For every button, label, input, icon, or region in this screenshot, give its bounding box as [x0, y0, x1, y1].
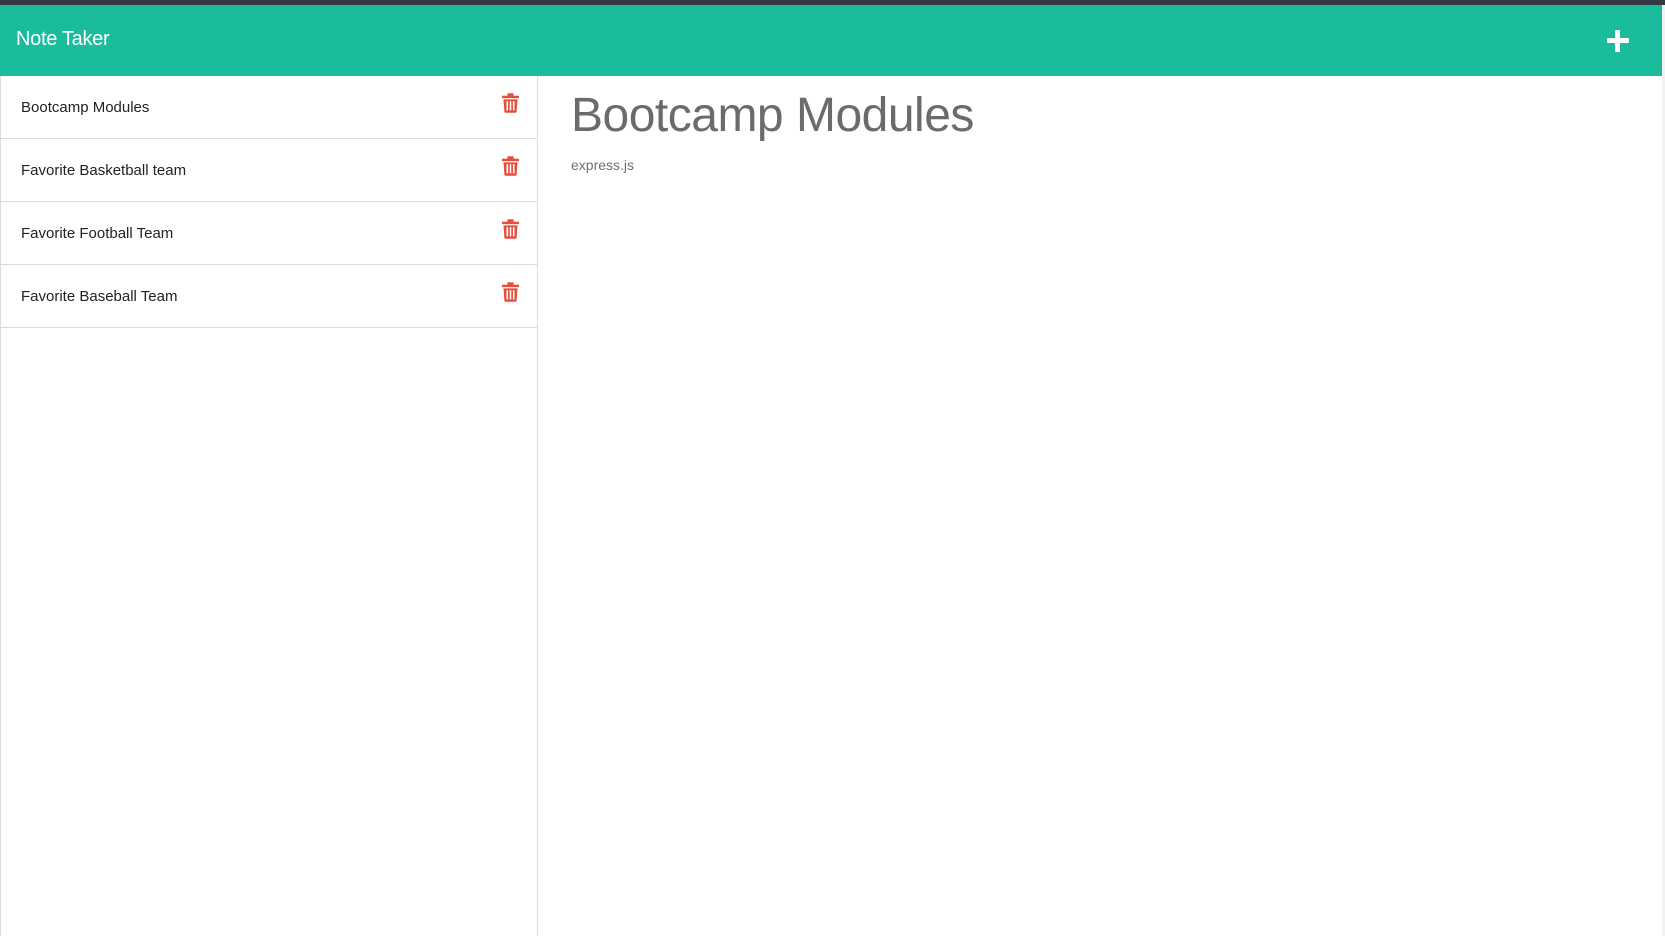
note-list-title[interactable]: Favorite Baseball Team	[21, 288, 177, 305]
trash-icon[interactable]	[502, 282, 519, 302]
list-item[interactable]: Favorite Football Team	[1, 202, 537, 265]
note-list-title[interactable]: Favorite Basketball team	[21, 162, 186, 179]
app-title[interactable]: Note Taker	[16, 28, 110, 51]
note-list-panel: Bootcamp Modules Favorite Basketball tea…	[0, 76, 538, 936]
note-list-title[interactable]: Favorite Football Team	[21, 225, 173, 242]
list-item[interactable]: Bootcamp Modules	[1, 76, 537, 139]
navbar: Note Taker	[0, 5, 1665, 76]
list-item[interactable]: Favorite Basketball team	[1, 139, 537, 202]
note-title-field[interactable]: Bootcamp Modules	[571, 88, 974, 143]
trash-icon[interactable]	[502, 93, 519, 113]
note-list: Bootcamp Modules Favorite Basketball tea…	[1, 76, 537, 328]
new-note-button[interactable]	[1604, 27, 1632, 55]
list-item[interactable]: Favorite Baseball Team	[1, 265, 537, 328]
note-text-field[interactable]: express.js	[571, 157, 634, 173]
trash-icon[interactable]	[502, 156, 519, 176]
note-list-title[interactable]: Bootcamp Modules	[21, 99, 149, 116]
trash-icon[interactable]	[502, 219, 519, 239]
note-editor: Bootcamp Modules express.js	[539, 76, 1665, 936]
